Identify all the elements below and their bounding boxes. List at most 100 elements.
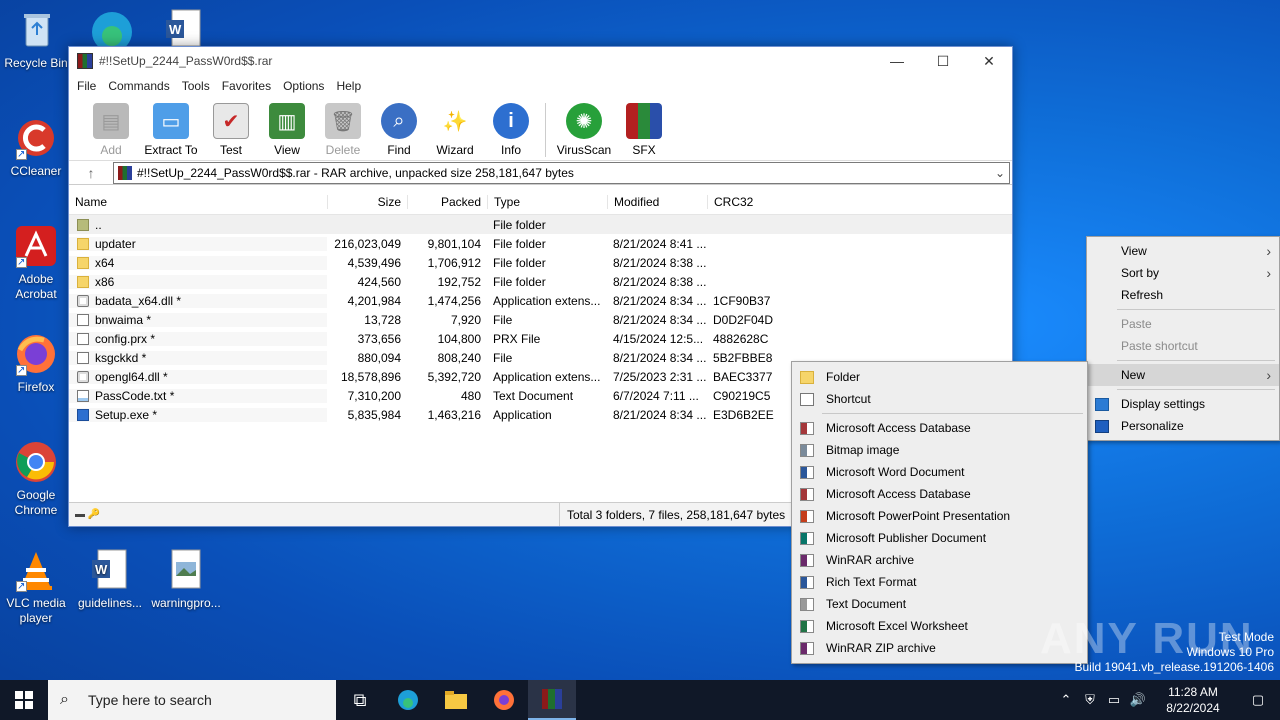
trash-icon: 🗑 (325, 103, 361, 139)
desktop-icon-adobe-acrobat[interactable]: Adobe Acrobat (0, 224, 72, 302)
task-view-icon[interactable]: ⧉ (336, 680, 384, 720)
menu-help[interactable]: Help (330, 79, 367, 93)
cell-type: File folder (493, 217, 546, 232)
cell-type: Application extens... (493, 369, 601, 384)
menu-item-refresh[interactable]: Refresh (1087, 284, 1279, 306)
view-button[interactable]: ▥ View (259, 97, 315, 157)
cell-crc32: BAEC3377 (713, 369, 773, 384)
new-file-type-item[interactable]: Microsoft Access Database (792, 483, 1087, 505)
edge-taskbar-icon[interactable] (384, 680, 432, 720)
new-file-type-item[interactable]: Rich Text Format (792, 571, 1087, 593)
column-header-modified[interactable]: Modified (607, 194, 707, 209)
file-type-icon (800, 598, 814, 611)
folder-icon (77, 256, 89, 269)
chevron-down-icon[interactable]: ⌄ (991, 166, 1009, 180)
table-row[interactable]: bnwaima * 13,728 7,920 File 8/21/2024 8:34 .… (69, 310, 1012, 329)
menu-item-sort-by[interactable]: Sort by › (1087, 262, 1279, 284)
new-file-type-item[interactable]: Microsoft PowerPoint Presentation (792, 505, 1087, 527)
start-button[interactable] (0, 680, 48, 720)
cell-name: updater (69, 236, 327, 251)
drive-key-icon[interactable]: ▬ 🔑 (69, 509, 559, 520)
menu-commands[interactable]: Commands (102, 79, 175, 93)
file-type-icon (800, 466, 814, 479)
new-file-type-item[interactable]: Microsoft Word Document (792, 461, 1087, 483)
menu-options[interactable]: Options (277, 79, 330, 93)
maximize-button[interactable]: ☐ (920, 47, 966, 75)
cell-packed: 1,463,216 (427, 407, 481, 422)
desktop-icon-warningpro[interactable]: warningpro... (150, 548, 222, 611)
menu-file[interactable]: File (71, 79, 102, 93)
path-field[interactable]: #!!SetUp_2244_PassW0rd$$.rar - RAR archi… (113, 161, 1010, 184)
menu-item-display-settings[interactable]: Display settings (1087, 393, 1279, 415)
cell-crc32: 5B2FBBE8 (713, 350, 773, 365)
cell-modified: 8/21/2024 8:34 ... (613, 293, 707, 308)
file-icon (77, 389, 89, 402)
column-header-type[interactable]: Type (487, 194, 607, 209)
menu-tools[interactable]: Tools (176, 79, 216, 93)
file-type-icon (800, 532, 814, 545)
file-type-icon (800, 444, 814, 457)
test-button[interactable]: ✔ Test (203, 97, 259, 157)
desktop-icon-guidelines[interactable]: W guidelines... (74, 548, 146, 611)
minimize-button[interactable]: — (874, 47, 920, 75)
new-file-type-item[interactable]: Microsoft Publisher Document (792, 527, 1087, 549)
desktop-icon-vlc[interactable]: VLC media player (0, 548, 72, 626)
new-file-type-item[interactable]: Microsoft Access Database (792, 417, 1087, 439)
menu-favorites[interactable]: Favorites (216, 79, 277, 93)
menu-separator (822, 413, 1083, 414)
delete-button[interactable]: 🗑 Delete (315, 97, 371, 157)
file-type-icon (800, 488, 814, 501)
info-button[interactable]: i Info (483, 97, 539, 157)
new-file-type-item[interactable]: Bitmap image (792, 439, 1087, 461)
title-bar[interactable]: #!!SetUp_2244_PassW0rd$$.rar — ☐ ✕ (69, 47, 1012, 75)
virusscan-button[interactable]: ✺ VirusScan (552, 97, 616, 157)
volume-icon[interactable]: 🔊 (1126, 692, 1150, 708)
table-row[interactable]: badata_x64.dll * 4,201,984 1,474,256 Applic… (69, 291, 1012, 310)
new-file-type-item[interactable]: Text Document (792, 593, 1087, 615)
desktop-icon-word[interactable]: W (162, 8, 206, 47)
column-header-size[interactable]: Size (327, 194, 407, 209)
menu-item-paste-shortcut[interactable]: Paste shortcut (1087, 335, 1279, 357)
find-button[interactable]: ⌕ Find (371, 97, 427, 157)
security-icon[interactable]: ⛨ (1078, 692, 1102, 708)
wizard-button[interactable]: ✨ Wizard (427, 97, 483, 158)
network-icon[interactable]: ▭ (1102, 692, 1126, 708)
menu-item-new[interactable]: New › (1087, 364, 1279, 386)
column-header-name[interactable]: Name (69, 195, 327, 209)
firefox-taskbar-icon[interactable] (480, 680, 528, 720)
table-row[interactable]: x86 424,560 192,752 File folder 8/21/2024 8:… (69, 272, 1012, 291)
desktop-icon-chrome[interactable]: Google Chrome (0, 440, 72, 518)
winrar-taskbar-icon[interactable] (528, 680, 576, 720)
taskbar-search-box[interactable]: ⌕ Type here to search (48, 680, 336, 720)
up-arrow-icon[interactable]: ↑ (69, 165, 113, 181)
desktop-icon-ccleaner[interactable]: CCleaner (0, 116, 72, 179)
cell-size: 373,656 (357, 331, 401, 346)
cell-type: Application (493, 407, 552, 422)
sfx-button[interactable]: SFX (616, 97, 672, 157)
desktop-icon-firefox[interactable]: Firefox (0, 332, 72, 395)
add-button[interactable]: ▤ Add (83, 97, 139, 157)
new-shortcut-item[interactable]: Shortcut (792, 388, 1087, 410)
clock[interactable]: 11:28 AM 8/22/2024 (1150, 684, 1236, 716)
window-title: #!!SetUp_2244_PassW0rd$$.rar (99, 54, 273, 68)
table-row[interactable]: updater 216,023,049 9,801,104 File folder 8/… (69, 234, 1012, 253)
menu-item-view[interactable]: View › (1087, 240, 1279, 262)
close-button[interactable]: ✕ (966, 47, 1012, 75)
menu-item-paste[interactable]: Paste (1087, 313, 1279, 335)
file-explorer-icon[interactable] (432, 680, 480, 720)
new-folder-item[interactable]: Folder (792, 366, 1087, 388)
column-header-packed[interactable]: Packed (407, 194, 487, 209)
notification-icon[interactable]: ▢ (1236, 692, 1280, 708)
new-file-type-item[interactable]: WinRAR archive (792, 549, 1087, 571)
column-header-crc32[interactable]: CRC32 (707, 194, 777, 209)
desktop-icon-edge[interactable] (88, 6, 136, 52)
file-type-icon (800, 510, 814, 523)
table-row[interactable]: x64 4,539,496 1,706,912 File folder 8/21/202… (69, 253, 1012, 272)
path-text: #!!SetUp_2244_PassW0rd$$.rar - RAR archi… (137, 165, 574, 180)
table-row[interactable]: config.prx * 373,656 104,800 PRX File 4/15/2… (69, 329, 1012, 348)
extract-to-button[interactable]: ▭ Extract To (139, 97, 203, 157)
table-row[interactable]: .. File folder (69, 215, 1012, 234)
menu-item-personalize[interactable]: Personalize (1087, 415, 1279, 437)
desktop-icon-recycle-bin[interactable]: Recycle Bin (0, 8, 72, 71)
chevron-up-icon[interactable]: ⌃ (1054, 692, 1078, 708)
